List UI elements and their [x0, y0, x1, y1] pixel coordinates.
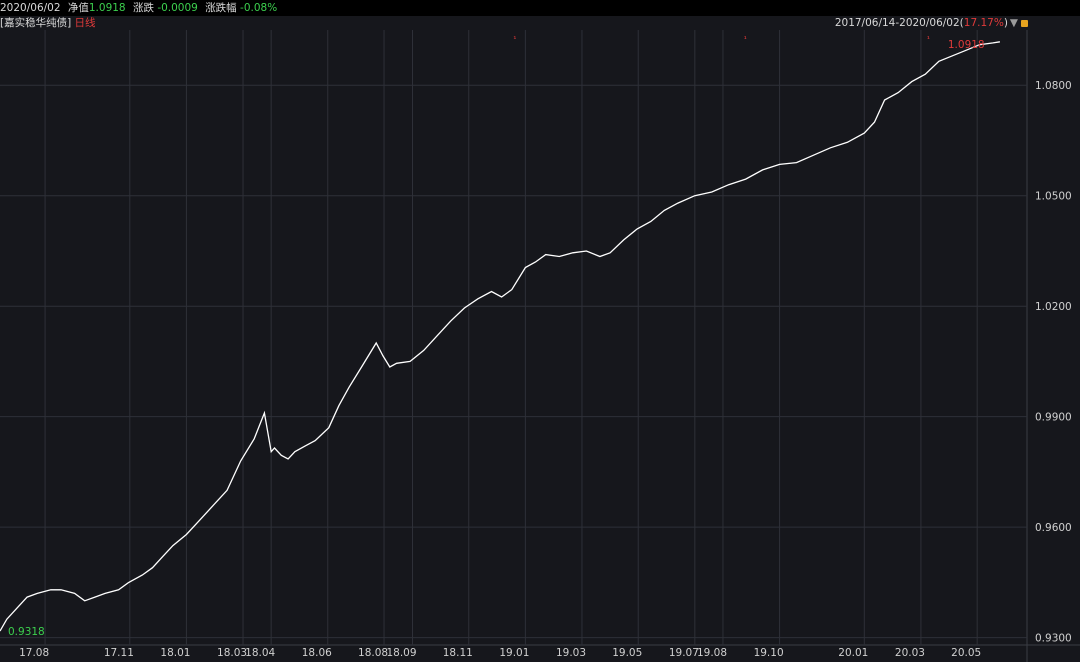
x-tick-label: 17.11: [104, 647, 134, 659]
x-tick-label: 20.03: [895, 647, 925, 659]
x-tick-label: 19.10: [754, 647, 784, 659]
x-tick-label: 20.05: [951, 647, 981, 659]
x-tick-label: 17.08: [19, 647, 49, 659]
y-tick-label: 1.0200: [1035, 301, 1072, 313]
x-tick-label: 18.09: [386, 647, 416, 659]
start-value-label: 0.9318: [8, 626, 45, 638]
x-tick-label: 18.11: [443, 647, 473, 659]
event-marker: ¹: [513, 35, 516, 44]
y-tick-label: 1.0500: [1035, 191, 1072, 203]
x-tick-label: 19.05: [612, 647, 642, 659]
nav-series-line: [0, 41, 1001, 632]
x-tick-label: 18.03: [217, 647, 247, 659]
x-tick-label: 19.01: [499, 647, 529, 659]
x-tick-label: 19.07: [669, 647, 699, 659]
event-marker: ¹: [744, 35, 747, 44]
x-tick-label: 19.03: [556, 647, 586, 659]
y-tick-label: 1.0800: [1035, 80, 1072, 92]
nav-line-chart[interactable]: 0.9300 0.9600 0.9900 1.0200 1.0500 1.0800 17.…: [0, 0, 1080, 662]
x-tick-label: 18.06: [302, 647, 332, 659]
x-tick-label: 18.01: [160, 647, 190, 659]
y-tick-label: 0.9300: [1035, 633, 1072, 645]
x-tick-label: 20.01: [838, 647, 868, 659]
y-tick-label: 0.9600: [1035, 522, 1072, 534]
y-tick-label: 0.9900: [1035, 412, 1072, 424]
x-tick-label: 19.08: [697, 647, 727, 659]
x-tick-label: 18.08: [358, 647, 388, 659]
event-marker: ¹: [927, 35, 930, 44]
end-value-label: 1.0918: [948, 39, 985, 51]
x-tick-label: 18.04: [245, 647, 275, 659]
